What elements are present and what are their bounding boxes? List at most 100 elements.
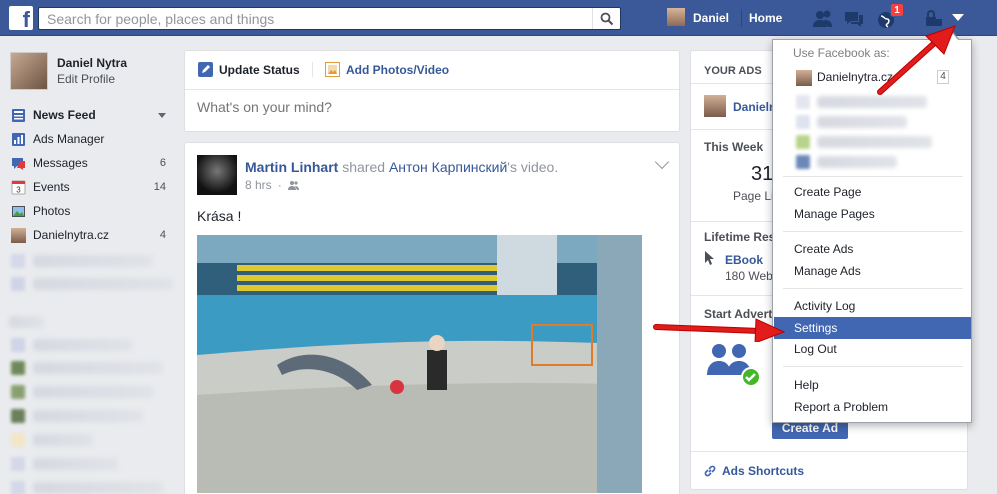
ebook-stat: 180 Web [725, 269, 773, 283]
account-menu-arrow-icon[interactable] [952, 14, 964, 21]
status-composer: Update Status Add Photos/Video [184, 50, 680, 132]
menu-item-manage-ads[interactable]: Manage Ads [774, 260, 971, 282]
blurred-icon [11, 361, 25, 375]
menu-item-activity-log[interactable]: Activity Log [774, 295, 971, 317]
blurred-icon [796, 135, 810, 149]
chevron-down-icon[interactable] [654, 154, 670, 170]
blurred-icon [796, 115, 810, 129]
menu-separator [783, 231, 963, 232]
week-stat-number: 31 [751, 163, 774, 185]
status-input[interactable] [197, 99, 667, 115]
dot-separator: · [277, 178, 282, 192]
news-feed-icon [12, 109, 25, 122]
ads-shortcuts-link[interactable]: Ads Shortcuts [704, 464, 804, 478]
menu-item-report-problem[interactable]: Report a Problem [774, 396, 971, 418]
blurred-item [33, 278, 173, 290]
blurred-icon [796, 95, 810, 109]
post-suffix: 's video. [507, 159, 559, 175]
profile-avatar[interactable] [10, 52, 48, 90]
news-feed-post: Martin Linhart shared Антон Карпинский's… [184, 142, 680, 494]
blurred-item [33, 255, 153, 267]
red-arrow-annotation [653, 318, 786, 342]
post-text: Krása ! [197, 208, 242, 224]
pencil-icon [198, 62, 213, 77]
week-stat-label: Page Li [733, 189, 774, 203]
divider [741, 9, 742, 27]
blurred-item [33, 386, 153, 398]
tab-update-status[interactable]: Update Status [198, 62, 300, 77]
facebook-logo[interactable]: f [9, 6, 33, 30]
sidebar-item-label: Ads Manager [33, 132, 105, 146]
menu-item-create-ads[interactable]: Create Ads [774, 238, 971, 260]
sidebar-item-label: Photos [33, 204, 71, 218]
sidebar-item-page[interactable]: Danielnytra.cz 4 [0, 223, 178, 247]
menu-item-help[interactable]: Help [774, 374, 971, 396]
account-avatar[interactable] [796, 70, 812, 86]
chart-icon [12, 133, 25, 146]
sidebar-item-messages[interactable]: Messages 6 [0, 151, 178, 175]
sidebar-item-count: 4 [159, 229, 166, 241]
sidebar-item-ads-manager[interactable]: Ads Manager [0, 127, 178, 151]
tab-label: Add Photos/Video [346, 62, 450, 77]
menu-item-create-page[interactable]: Create Page [774, 181, 971, 203]
sidebar-item-count: 14 [153, 181, 166, 193]
sidebar-item-events[interactable]: 3 Events 14 [0, 175, 178, 199]
sidebar-item-photos[interactable]: Photos [0, 199, 178, 223]
chevron-down-icon[interactable] [158, 113, 166, 118]
lifetime-heading: Lifetime Res [704, 230, 776, 244]
photo-icon [325, 62, 340, 77]
post-action: shared [342, 159, 386, 175]
edit-profile-link[interactable]: Edit Profile [57, 72, 115, 86]
user-profile-link[interactable]: Daniel [693, 11, 729, 25]
menu-item-settings[interactable]: Settings [774, 317, 971, 339]
post-video[interactable] [197, 235, 642, 493]
sidebar-item-label: Events [33, 180, 70, 194]
blurred-icon [11, 254, 25, 268]
ads-account-link[interactable]: Danielr [733, 100, 774, 114]
blurred-account [817, 156, 897, 168]
search-icon [600, 12, 613, 25]
blurred-icon [11, 433, 25, 447]
blurred-item [33, 410, 143, 422]
tab-add-photos-video[interactable]: Add Photos/Video [325, 62, 449, 77]
search-input[interactable] [39, 8, 594, 29]
source-link[interactable]: Антон Карпинский [389, 159, 507, 175]
menu-separator [783, 176, 963, 177]
home-link[interactable]: Home [749, 11, 782, 25]
notification-badge: 1 [890, 3, 904, 17]
menu-separator [783, 288, 963, 289]
blurred-icon [11, 338, 25, 352]
blurred-icon [11, 385, 25, 399]
sidebar-item-label: News Feed [33, 108, 96, 122]
blurred-account [817, 136, 932, 148]
menu-item-log-out[interactable]: Log Out [774, 338, 971, 360]
friend-requests-icon[interactable] [812, 9, 834, 29]
menu-item-manage-pages[interactable]: Manage Pages [774, 203, 971, 225]
your-ads-heading: YOUR ADS [704, 65, 762, 77]
user-avatar[interactable] [667, 8, 685, 26]
ads-account-avatar[interactable] [704, 95, 726, 117]
sidebar-item-news-feed[interactable]: News Feed [0, 103, 178, 127]
tab-label: Update Status [219, 62, 300, 77]
ebook-link[interactable]: EBook [725, 253, 763, 267]
blurred-item [33, 482, 163, 494]
photos-icon [12, 206, 25, 217]
blurred-item [33, 362, 163, 374]
profile-name[interactable]: Daniel Nytra [57, 56, 127, 70]
cursor-icon [705, 251, 714, 265]
svg-text:3: 3 [16, 186, 21, 195]
sidebar-item-label: Danielnytra.cz [33, 228, 110, 242]
messages-icon [12, 158, 25, 170]
blurred-heading [9, 316, 44, 328]
author-avatar[interactable] [197, 155, 237, 195]
post-time[interactable]: 8 hrs [245, 178, 272, 192]
red-arrow-annotation [877, 25, 956, 95]
author-link[interactable]: Martin Linhart [245, 159, 338, 175]
friends-audience-icon[interactable] [287, 180, 299, 190]
post-header: Martin Linhart shared Антон Карпинский's… [245, 159, 558, 175]
search-button[interactable] [592, 8, 620, 29]
search-box[interactable] [38, 7, 621, 30]
post-meta: 8 hrs · [245, 178, 299, 192]
calendar-icon: 3 [11, 180, 26, 195]
divider [312, 62, 313, 77]
